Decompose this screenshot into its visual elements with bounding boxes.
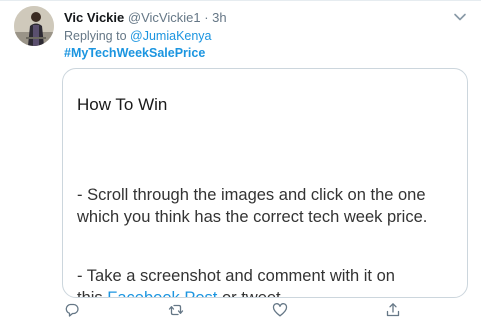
avatar-image bbox=[14, 6, 54, 46]
tweet-header: Vic Vickie @VicVickie1 · 3h bbox=[64, 10, 451, 28]
timestamp[interactable]: 3h bbox=[212, 10, 226, 25]
reply-icon[interactable] bbox=[64, 302, 84, 322]
media-card[interactable]: How To Win - Scroll through the images a… bbox=[62, 68, 468, 298]
separator-dot: · bbox=[204, 10, 209, 25]
card-cut-line: this Facebook Post or tweet bbox=[77, 287, 281, 298]
heart-icon[interactable] bbox=[272, 302, 292, 322]
hashtag-link[interactable]: #MyTechWeekSalePrice bbox=[64, 46, 205, 60]
retweet-icon[interactable] bbox=[168, 302, 188, 322]
facebook-post-link[interactable]: Facebook Post bbox=[107, 289, 217, 297]
display-name[interactable]: Vic Vickie bbox=[64, 10, 124, 25]
top-divider bbox=[0, 0, 481, 1]
reply-to-link[interactable]: @JumiaKenya bbox=[130, 29, 211, 43]
card-paragraph-2: - Take a screenshot and comment with it … bbox=[77, 267, 395, 285]
card-paragraph-1: - Scroll through the images and click on… bbox=[77, 186, 428, 226]
share-icon[interactable] bbox=[385, 302, 405, 322]
chevron-down-icon[interactable] bbox=[453, 10, 467, 24]
reply-prefix: Replying to bbox=[64, 29, 127, 43]
cut-line-tail: or tweet bbox=[221, 289, 281, 298]
avatar[interactable] bbox=[14, 6, 54, 46]
cut-line-plain: this bbox=[77, 289, 103, 298]
user-handle[interactable]: @VicVickie1 bbox=[128, 10, 201, 25]
card-title: How To Win bbox=[77, 95, 168, 114]
action-bar bbox=[62, 302, 466, 324]
replying-to-line: Replying to @JumiaKenya bbox=[64, 29, 212, 43]
